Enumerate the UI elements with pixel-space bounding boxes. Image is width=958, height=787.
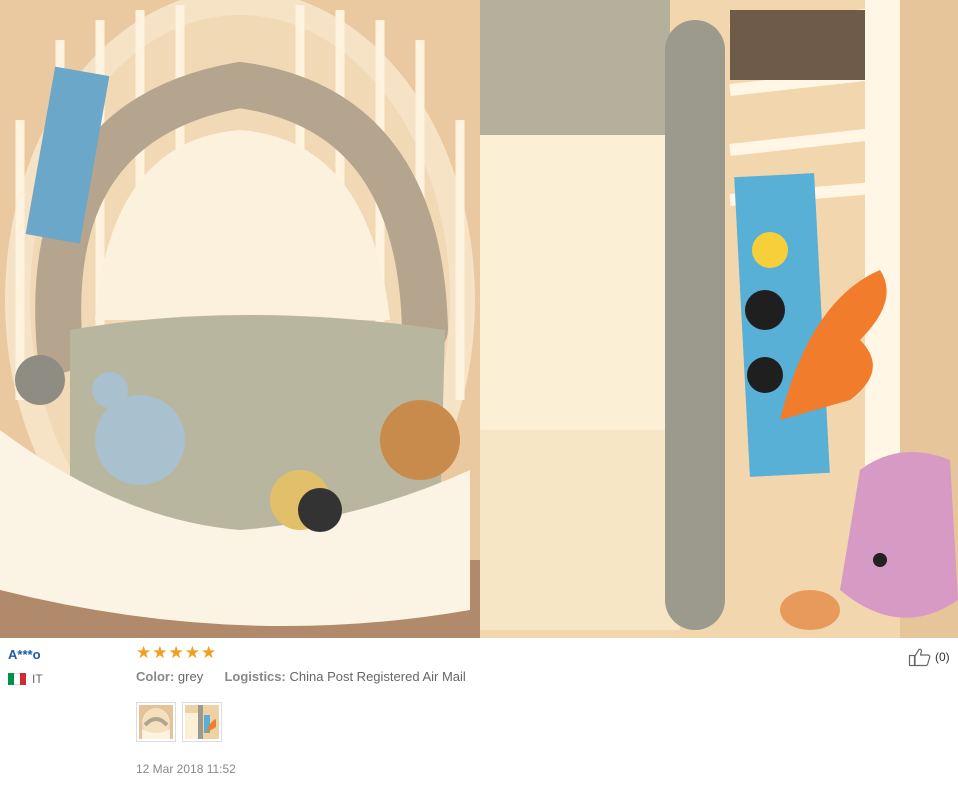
thumbnail-image bbox=[185, 705, 219, 739]
thumbnail-crib-side[interactable] bbox=[182, 702, 222, 742]
star-icon: ★ bbox=[136, 643, 152, 662]
thumbnail-image bbox=[139, 705, 173, 739]
color-label: Color: bbox=[136, 669, 175, 684]
review-photo-crib-side[interactable] bbox=[480, 0, 958, 638]
reviewer-name[interactable]: A***o bbox=[8, 647, 41, 662]
review-timestamp: 12 Mar 2018 11:52 bbox=[136, 762, 236, 776]
thumbs-up-icon bbox=[908, 647, 932, 667]
logistics-label: Logistics: bbox=[224, 669, 286, 684]
thumbnail-crib-overview[interactable] bbox=[136, 702, 176, 742]
logistics-value: China Post Registered Air Mail bbox=[289, 669, 466, 684]
order-attributes: Color: grey Logistics: China Post Regist… bbox=[136, 669, 466, 684]
crib-side-illustration bbox=[480, 0, 958, 638]
helpful-button[interactable]: (0) bbox=[908, 647, 950, 667]
country-code: IT bbox=[32, 672, 43, 686]
crib-overview-illustration bbox=[0, 0, 480, 638]
helpful-count: (0) bbox=[935, 650, 950, 664]
star-icon: ★ bbox=[201, 643, 217, 662]
review-photo-crib-overview[interactable] bbox=[0, 0, 480, 638]
photo-thumbnails bbox=[136, 702, 222, 742]
reviewer-country: IT bbox=[8, 672, 43, 686]
italy-flag-icon bbox=[8, 673, 26, 685]
color-value: grey bbox=[177, 669, 204, 684]
review-photos bbox=[0, 0, 958, 638]
star-rating: ★ ★ ★ ★ ★ bbox=[136, 644, 216, 662]
star-icon: ★ bbox=[168, 643, 184, 662]
star-icon: ★ bbox=[152, 643, 168, 662]
star-icon: ★ bbox=[184, 643, 200, 662]
review-entry: A***o IT ★ ★ ★ ★ ★ Color: grey Logistics… bbox=[0, 638, 958, 787]
